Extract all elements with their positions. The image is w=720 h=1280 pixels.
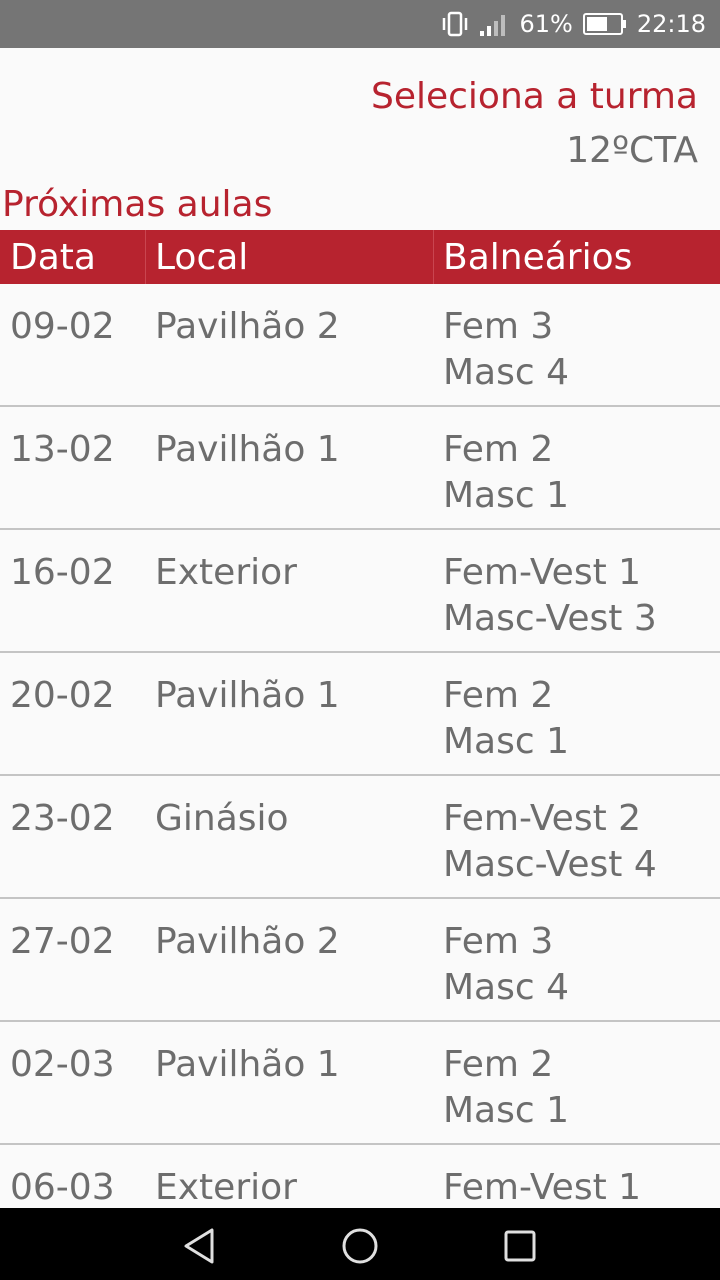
changing-room-female: Fem 2 — [443, 675, 554, 716]
row-changing-rooms: Fem-Vest 1 — [443, 1165, 641, 1208]
lessons-table: 09-02 Pavilhão 2 Fem 3 Masc 4 13-02 Pavil… — [0, 284, 720, 1208]
table-row: 02-03 Pavilhão 1 Fem 2 Masc 1 — [0, 1022, 720, 1145]
navigation-bar — [0, 1208, 720, 1280]
changing-room-male: Masc 1 — [443, 1090, 570, 1131]
changing-room-female: Fem-Vest 2 — [443, 798, 642, 839]
row-date: 13-02 — [10, 429, 115, 470]
row-location: Pavilhão 2 — [155, 921, 340, 962]
vibrate-icon — [441, 11, 469, 37]
row-location: Pavilhão 2 — [155, 306, 340, 347]
column-divider — [433, 230, 434, 284]
table-row: 13-02 Pavilhão 1 Fem 2 Masc 1 — [0, 407, 720, 530]
changing-room-male: Masc 4 — [443, 352, 570, 393]
table-row: 09-02 Pavilhão 2 Fem 3 Masc 4 — [0, 284, 720, 407]
row-changing-rooms: Fem 3 Masc 4 — [443, 919, 569, 1011]
table-row: 27-02 Pavilhão 2 Fem 3 Masc 4 — [0, 899, 720, 1022]
section-title: Próximas aulas — [2, 184, 273, 225]
row-changing-rooms: Fem-Vest 1 Masc-Vest 3 — [443, 550, 657, 642]
table-header: Data Local Balneários — [0, 230, 720, 284]
table-row: 20-02 Pavilhão 1 Fem 2 Masc 1 — [0, 653, 720, 776]
changing-room-female: Fem 3 — [443, 306, 554, 347]
row-date: 16-02 — [10, 552, 115, 593]
changing-room-male: Masc 1 — [443, 721, 570, 762]
changing-room-female: Fem 2 — [443, 1044, 554, 1085]
status-bar: 61% 22:18 — [0, 0, 720, 48]
changing-room-male: Masc-Vest 4 — [443, 844, 657, 885]
table-row: 23-02 Ginásio Fem-Vest 2 Masc-Vest 4 — [0, 776, 720, 899]
row-changing-rooms: Fem 2 Masc 1 — [443, 673, 569, 765]
changing-room-male: Masc-Vest 3 — [443, 598, 657, 639]
row-location: Pavilhão 1 — [155, 429, 340, 470]
changing-room-male: Masc 4 — [443, 967, 570, 1008]
column-divider — [145, 230, 146, 284]
recent-apps-icon[interactable] — [500, 1226, 540, 1266]
row-location: Pavilhão 1 — [155, 675, 340, 716]
row-changing-rooms: Fem 2 Masc 1 — [443, 1042, 569, 1134]
select-class-button[interactable]: Seleciona a turma — [371, 76, 698, 117]
column-header-local: Local — [155, 237, 249, 278]
column-header-balnearios: Balneários — [443, 237, 633, 278]
row-changing-rooms: Fem 2 Masc 1 — [443, 427, 569, 519]
column-header-date: Data — [10, 237, 96, 278]
row-location: Ginásio — [155, 798, 289, 839]
row-changing-rooms: Fem-Vest 2 Masc-Vest 4 — [443, 796, 657, 888]
row-changing-rooms: Fem 3 Masc 4 — [443, 304, 569, 396]
clock: 22:18 — [636, 10, 706, 38]
row-date: 09-02 — [10, 306, 115, 347]
changing-room-female: Fem 3 — [443, 921, 554, 962]
changing-room-male: Masc 1 — [443, 475, 570, 516]
row-date: 27-02 — [10, 921, 115, 962]
row-location: Exterior — [155, 1167, 297, 1208]
battery-percent: 61% — [519, 10, 573, 38]
changing-room-female: Fem-Vest 1 — [443, 552, 642, 593]
main-content: Seleciona a turma 12ºCTA Próximas aulas … — [0, 48, 720, 1208]
battery-icon — [582, 13, 627, 35]
row-date: 20-02 — [10, 675, 115, 716]
signal-icon — [479, 12, 509, 36]
table-row: 16-02 Exterior Fem-Vest 1 Masc-Vest 3 — [0, 530, 720, 653]
row-location: Exterior — [155, 552, 297, 593]
back-icon[interactable] — [180, 1226, 220, 1266]
row-date: 23-02 — [10, 798, 115, 839]
row-date: 02-03 — [10, 1044, 115, 1085]
home-icon[interactable] — [340, 1226, 380, 1266]
changing-room-female: Fem-Vest 1 — [443, 1167, 642, 1208]
row-location: Pavilhão 1 — [155, 1044, 340, 1085]
selected-class[interactable]: 12ºCTA — [566, 130, 698, 171]
table-row: 06-03 Exterior Fem-Vest 1 — [0, 1145, 720, 1208]
row-date: 06-03 — [10, 1167, 115, 1208]
changing-room-female: Fem 2 — [443, 429, 554, 470]
